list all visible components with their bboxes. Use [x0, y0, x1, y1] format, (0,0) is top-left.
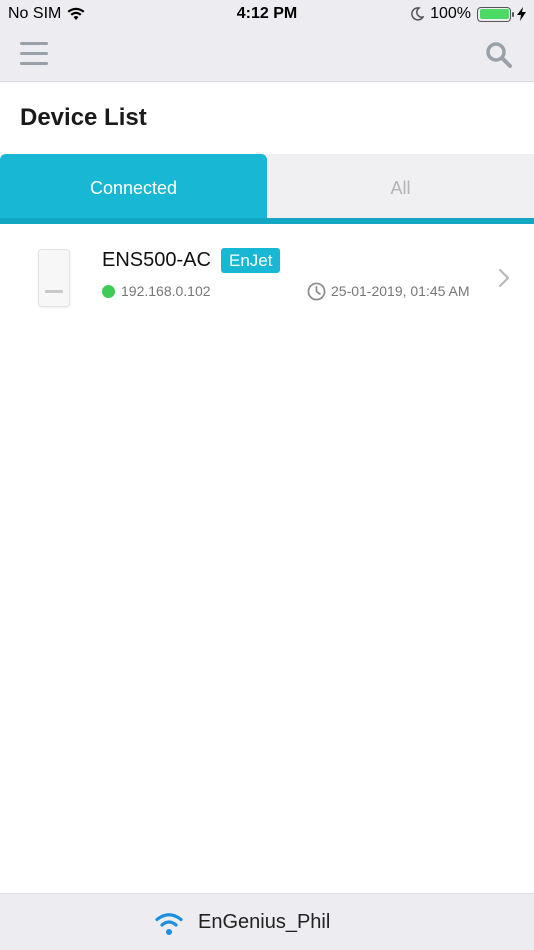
bottom-bar[interactable]: EnGenius_Phil [0, 893, 534, 950]
status-bar: No SIM 4:12 PM 100% [0, 0, 534, 28]
search-icon[interactable] [484, 40, 514, 70]
hamburger-menu-icon[interactable] [20, 42, 50, 68]
network-name: EnGenius_Phil [198, 911, 331, 933]
title-area: Device List [0, 82, 534, 154]
clock-icon [307, 282, 326, 301]
nav-bar [0, 28, 534, 82]
battery-fill [479, 9, 509, 19]
device-list-item[interactable]: ENS500-AC EnJet 192.168.0.102 25-01-2019… [0, 232, 534, 326]
battery-percent: 100% [430, 5, 471, 22]
tab-all[interactable]: All [267, 154, 534, 218]
device-ip: 192.168.0.102 [121, 283, 211, 299]
battery-icon [477, 6, 514, 22]
device-name: ENS500-AC [102, 249, 211, 271]
device-badge: EnJet [221, 248, 281, 273]
status-right: 100% [410, 5, 526, 23]
device-image [38, 249, 70, 307]
device-logo [45, 290, 63, 293]
page-title: Device List [20, 104, 147, 131]
charging-bolt-icon [517, 7, 526, 21]
device-last-seen: 25-01-2019, 01:45 AM [331, 283, 470, 299]
wifi-icon [155, 913, 183, 935]
tab-connected[interactable]: Connected [0, 154, 267, 218]
chevron-right-icon [498, 268, 510, 288]
moon-icon [411, 7, 425, 21]
online-status-dot [102, 285, 115, 298]
tab-bar: Connected All [0, 154, 534, 224]
tab-underline [0, 218, 534, 224]
